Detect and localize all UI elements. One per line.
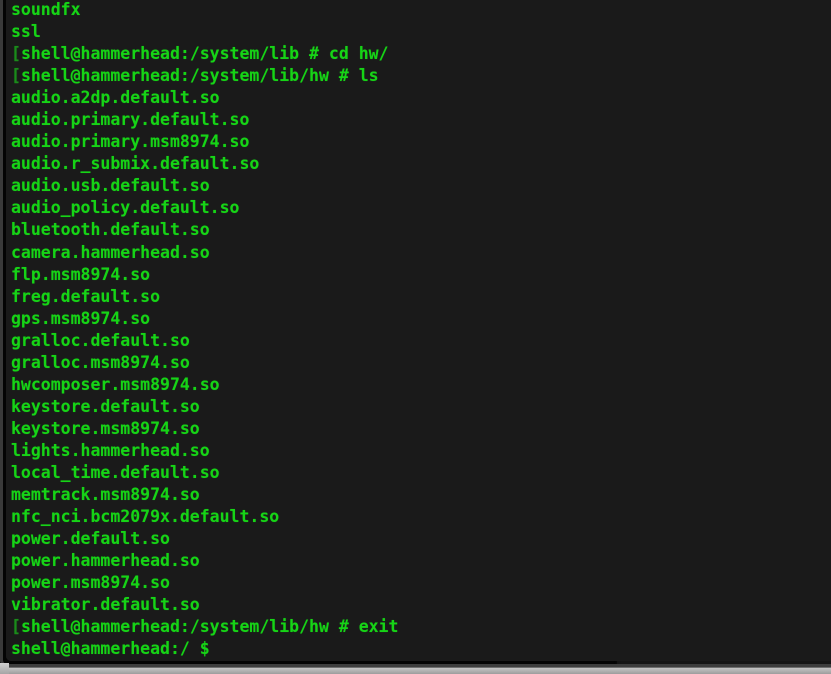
terminal-output-line: audio.primary.default.so <box>11 109 398 131</box>
terminal-output-line: hwcomposer.msm8974.so <box>11 374 398 396</box>
terminal-line-text: audio.primary.msm8974.so <box>11 132 250 152</box>
terminal-output-line: ssl <box>11 21 398 43</box>
terminal-line-text: power.msm8974.so <box>11 573 170 593</box>
terminal-line-text: flp.msm8974.so <box>11 264 151 284</box>
terminal-output-line: audio.r_submix.default.so <box>11 153 398 175</box>
terminal-line-text: freg.default.so <box>11 286 161 306</box>
terminal-output-line: gralloc.default.so <box>11 330 398 352</box>
terminal-line-text: vibrator.default.so <box>11 595 200 615</box>
terminal-output-line: lights.hammerhead.so <box>11 440 398 462</box>
terminal-output-line: memtrack.msm8974.so <box>11 484 398 506</box>
terminal-line-text: hwcomposer.msm8974.so <box>11 374 220 394</box>
prompt-bracket: [ <box>11 66 21 86</box>
terminal-output-line: freg.default.so <box>11 286 398 308</box>
terminal-output-line: camera.hammerhead.so <box>11 242 398 264</box>
terminal-line-text: audio.r_submix.default.so <box>11 154 260 174</box>
terminal-line-text: power.hammerhead.so <box>11 551 200 571</box>
terminal-output-line: flp.msm8974.so <box>11 264 398 286</box>
terminal-line-text: keystore.default.so <box>11 396 200 416</box>
terminal-line-text: lights.hammerhead.so <box>11 440 210 460</box>
terminal-output-line: audio_policy.default.so <box>11 197 398 219</box>
terminal-output-line: audio.primary.msm8974.so <box>11 131 398 153</box>
prompt-bracket: [ <box>11 44 21 64</box>
terminal-line-text: ssl <box>11 22 41 42</box>
terminal-line-text: audio.usb.default.so <box>11 176 210 196</box>
terminal-line-text: gralloc.default.so <box>11 330 190 350</box>
terminal-line-text: soundfx <box>11 0 81 19</box>
terminal-line-text: keystore.msm8974.so <box>11 418 200 438</box>
terminal-output-line: keystore.msm8974.so <box>11 418 398 440</box>
terminal-output-line: keystore.default.so <box>11 396 398 418</box>
terminal-line-text: shell@hammerhead:/system/lib # cd hw/ <box>20 44 389 64</box>
taskbar-corner <box>0 663 9 674</box>
terminal-output-line: vibrator.default.so <box>11 594 398 616</box>
terminal-prompt-line: [shell@hammerhead:/system/lib/hw # ls <box>11 65 398 87</box>
terminal-line-text: gps.msm8974.so <box>11 308 151 328</box>
terminal-line-text: gralloc.msm8974.so <box>11 352 190 372</box>
terminal-line-text: audio.a2dp.default.so <box>11 88 220 108</box>
terminal-output-line: audio.usb.default.so <box>11 175 398 197</box>
terminal-prompt-line: shell@hammerhead:/ $ <box>11 638 398 660</box>
terminal-output[interactable]: soundfx ssl [shell@hammerhead:/system/lib … <box>6 0 398 660</box>
terminal-line-text: memtrack.msm8974.so <box>11 485 200 505</box>
terminal-output-line: nfc_nci.bcm2079x.default.so <box>11 506 398 528</box>
prompt-bracket: [ <box>11 617 21 637</box>
terminal-output-line: power.default.so <box>11 528 398 550</box>
terminal-line-text: local_time.default.so <box>11 462 220 482</box>
terminal-line-text: bluetooth.default.so <box>11 220 210 240</box>
desktop-background: soundfx ssl [shell@hammerhead:/system/lib … <box>0 0 831 674</box>
terminal-prompt-line: [shell@hammerhead:/system/lib # cd hw/ <box>11 43 398 65</box>
terminal-line-text: nfc_nci.bcm2079x.default.so <box>11 507 280 527</box>
terminal-output-line: local_time.default.so <box>11 462 398 484</box>
terminal-line-text: camera.hammerhead.so <box>11 242 210 262</box>
terminal-line-text: audio.primary.default.so <box>11 110 250 130</box>
terminal-surface[interactable]: soundfx ssl [shell@hammerhead:/system/lib … <box>6 0 831 661</box>
terminal-line-text: shell@hammerhead:/ $ <box>11 639 210 659</box>
taskbar[interactable] <box>0 667 831 674</box>
terminal-output-line: power.msm8974.so <box>11 572 398 594</box>
terminal-output-line: audio.a2dp.default.so <box>11 87 398 109</box>
terminal-line-text: audio_policy.default.so <box>11 198 240 218</box>
terminal-output-line: power.hammerhead.so <box>11 550 398 572</box>
terminal-output-line: bluetooth.default.so <box>11 219 398 241</box>
terminal-window[interactable]: soundfx ssl [shell@hammerhead:/system/lib … <box>0 0 831 667</box>
terminal-line-text: shell@hammerhead:/system/lib/hw # exit <box>20 617 399 637</box>
terminal-output-line: gps.msm8974.so <box>11 308 398 330</box>
terminal-output-line: gralloc.msm8974.so <box>11 352 398 374</box>
terminal-prompt-line: [shell@hammerhead:/system/lib/hw # exit <box>11 616 398 638</box>
terminal-output-line: soundfx <box>11 0 398 21</box>
terminal-line-text: power.default.so <box>11 529 170 549</box>
terminal-line-text: shell@hammerhead:/system/lib/hw # ls <box>20 66 379 86</box>
